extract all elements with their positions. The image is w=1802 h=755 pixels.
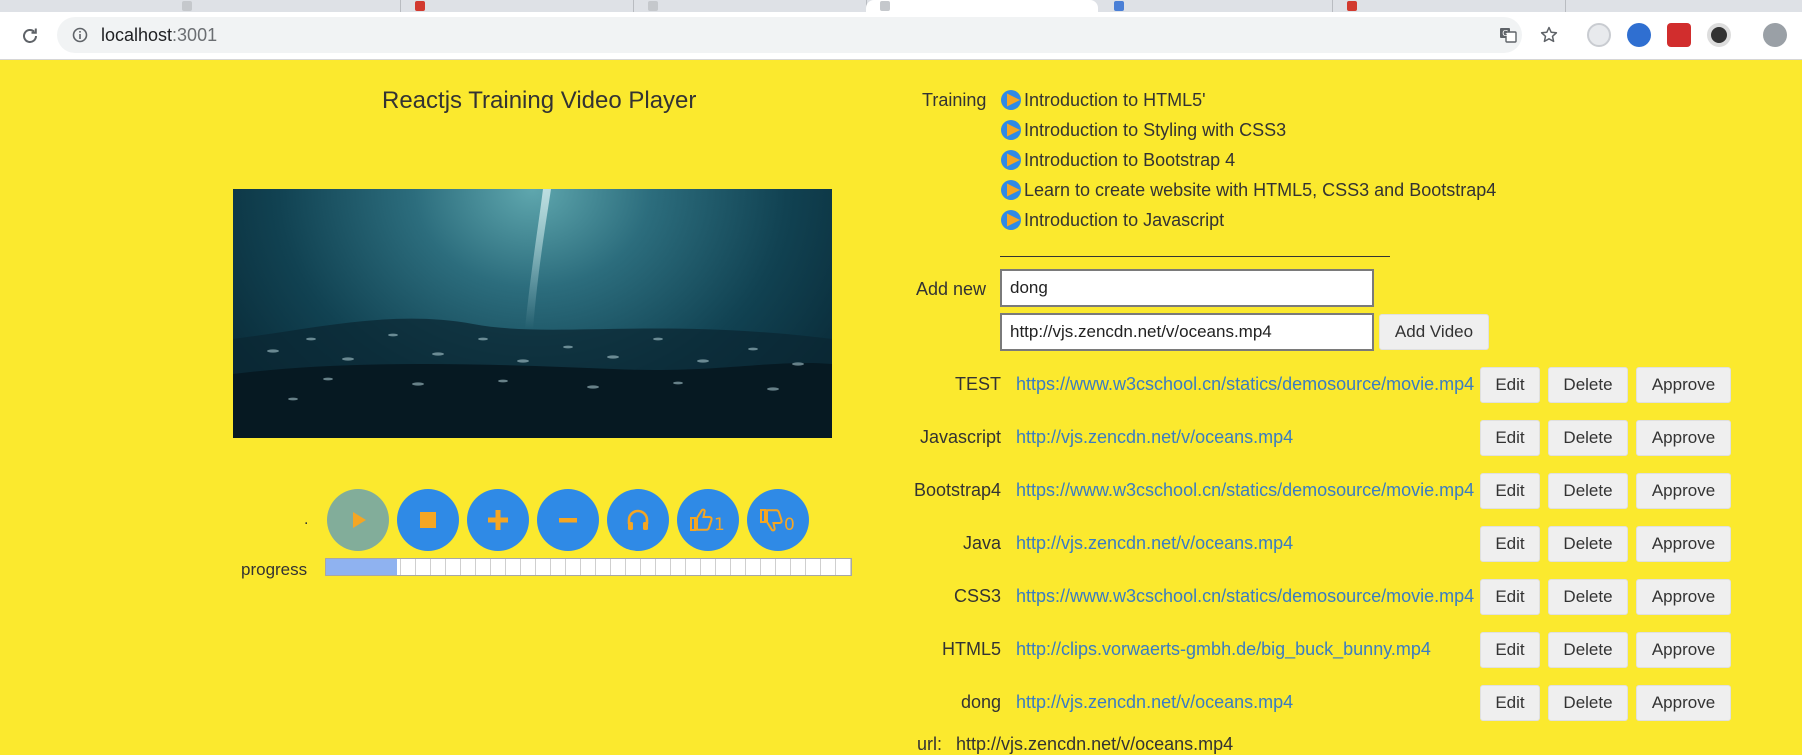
course-item[interactable]: Learn to create website with HTML5, CSS3…: [1000, 178, 1496, 202]
tab-favicon-icon: [1114, 1, 1124, 11]
approve-button[interactable]: Approve: [1636, 367, 1731, 403]
tab-favicon-icon: [880, 1, 890, 11]
info-icon[interactable]: [71, 26, 89, 44]
video-url-link[interactable]: http://clips.vorwaerts-gmbh.de/big_buck_…: [1016, 639, 1431, 660]
address-url[interactable]: localhost:3001: [101, 25, 217, 46]
edit-button[interactable]: Edit: [1480, 579, 1540, 615]
approve-button[interactable]: Approve: [1636, 526, 1731, 562]
extension-icon[interactable]: [1667, 23, 1691, 47]
approve-button[interactable]: Approve: [1636, 579, 1731, 615]
play-circle-icon: [1000, 179, 1024, 201]
svg-text:G: G: [1502, 29, 1508, 38]
browser-tab[interactable]: [1100, 0, 1333, 12]
extension-icon[interactable]: [1627, 23, 1651, 47]
video-url-link[interactable]: http://vjs.zencdn.net/v/oceans.mp4: [1016, 533, 1293, 554]
video-name: HTML5: [941, 639, 1001, 659]
approve-button[interactable]: Approve: [1636, 632, 1731, 668]
play-circle-icon: [1000, 209, 1024, 231]
url-host: localhost: [101, 25, 173, 45]
course-label: Introduction to Styling with CSS3: [1024, 119, 1287, 140]
video-row: HTML5 http://clips.vorwaerts-gmbh.de/big…: [0, 630, 1802, 670]
play-circle-icon: [1000, 149, 1024, 171]
delete-button[interactable]: Delete: [1548, 579, 1628, 615]
current-url-label: url:: [917, 734, 943, 754]
course-item[interactable]: Introduction to Bootstrap 4: [1000, 148, 1235, 172]
video-url-input[interactable]: [1000, 313, 1374, 351]
video-name-input[interactable]: [1000, 269, 1374, 307]
video-name: Javascript: [919, 427, 1001, 447]
divider: [1000, 256, 1390, 257]
reload-icon[interactable]: [18, 24, 42, 48]
video-row: dong http://vjs.zencdn.net/v/oceans.mp4 …: [0, 683, 1802, 723]
browser-tab-active[interactable]: [866, 0, 1098, 12]
delete-button[interactable]: Delete: [1548, 420, 1628, 456]
add-new-label: Add new: [916, 279, 987, 299]
video-url-link[interactable]: http://vjs.zencdn.net/v/oceans.mp4: [1016, 427, 1293, 448]
approve-button[interactable]: Approve: [1636, 473, 1731, 509]
delete-button[interactable]: Delete: [1548, 526, 1628, 562]
delete-button[interactable]: Delete: [1548, 473, 1628, 509]
browser-tab[interactable]: [401, 0, 634, 12]
course-label: Learn to create website with HTML5, CSS3…: [1024, 179, 1497, 200]
video-row: Java http://vjs.zencdn.net/v/oceans.mp4 …: [0, 524, 1802, 564]
video-name: dong: [960, 692, 1001, 712]
course-item[interactable]: Introduction to HTML5': [1000, 88, 1206, 112]
course-label: Introduction to Javascript: [1024, 209, 1225, 230]
video-row: Bootstrap4 https://www.w3cschool.cn/stat…: [0, 471, 1802, 511]
video-name: Bootstrap4: [913, 480, 1001, 500]
browser-toolbar: localhost:3001 G: [0, 12, 1802, 60]
course-label: Introduction to Bootstrap 4: [1024, 149, 1236, 170]
delete-button[interactable]: Delete: [1548, 367, 1628, 403]
video-name: TEST: [954, 374, 1001, 394]
browser-tab[interactable]: [634, 0, 867, 12]
edit-button[interactable]: Edit: [1480, 685, 1540, 721]
video-url-link[interactable]: https://www.w3cschool.cn/statics/demosou…: [1016, 586, 1474, 607]
browser-tab[interactable]: [168, 0, 401, 12]
extension-icon[interactable]: [1587, 23, 1611, 47]
profile-avatar-icon[interactable]: [1763, 23, 1787, 47]
tab-favicon-icon: [182, 1, 192, 11]
training-label: Training: [922, 90, 987, 110]
video-row: Javascript http://vjs.zencdn.net/v/ocean…: [0, 418, 1802, 458]
video-row: TEST https://www.w3cschool.cn/statics/de…: [0, 365, 1802, 405]
edit-button[interactable]: Edit: [1480, 367, 1540, 403]
edit-button[interactable]: Edit: [1480, 473, 1540, 509]
video-name: Java: [962, 533, 1001, 553]
edit-button[interactable]: Edit: [1480, 526, 1540, 562]
delete-button[interactable]: Delete: [1548, 685, 1628, 721]
bookmark-star-icon[interactable]: [1540, 26, 1558, 44]
video-name: CSS3: [953, 586, 1001, 606]
video-row: CSS3 https://www.w3cschool.cn/statics/de…: [0, 577, 1802, 617]
edit-button[interactable]: Edit: [1480, 420, 1540, 456]
tab-favicon-icon: [415, 1, 425, 11]
course-item[interactable]: Introduction to Javascript: [1000, 208, 1224, 232]
video-url-link[interactable]: https://www.w3cschool.cn/statics/demosou…: [1016, 374, 1474, 395]
browser-tab-strip: [0, 0, 1802, 12]
extension-icon[interactable]: [1707, 23, 1731, 47]
browser-tab[interactable]: [1333, 0, 1566, 12]
video-url-link[interactable]: https://www.w3cschool.cn/statics/demosou…: [1016, 480, 1474, 501]
address-bar[interactable]: localhost:3001 G: [57, 17, 1558, 53]
translate-icon[interactable]: G: [1499, 26, 1517, 44]
delete-button[interactable]: Delete: [1548, 632, 1628, 668]
course-label: Introduction to HTML5': [1024, 89, 1206, 110]
current-url-value: http://vjs.zencdn.net/v/oceans.mp4: [956, 734, 1234, 754]
play-circle-icon: [1000, 119, 1024, 141]
edit-button[interactable]: Edit: [1480, 632, 1540, 668]
approve-button[interactable]: Approve: [1636, 420, 1731, 456]
video-url-link[interactable]: http://vjs.zencdn.net/v/oceans.mp4: [1016, 692, 1293, 713]
add-video-button[interactable]: Add Video: [1379, 314, 1489, 350]
tab-favicon-icon: [1347, 1, 1357, 11]
course-item[interactable]: Introduction to Styling with CSS3: [1000, 118, 1286, 142]
play-circle-icon: [1000, 89, 1024, 111]
tab-favicon-icon: [648, 1, 658, 11]
approve-button[interactable]: Approve: [1636, 685, 1731, 721]
url-port: :3001: [172, 25, 218, 45]
player-title: Reactjs Training Video Player: [382, 87, 697, 114]
